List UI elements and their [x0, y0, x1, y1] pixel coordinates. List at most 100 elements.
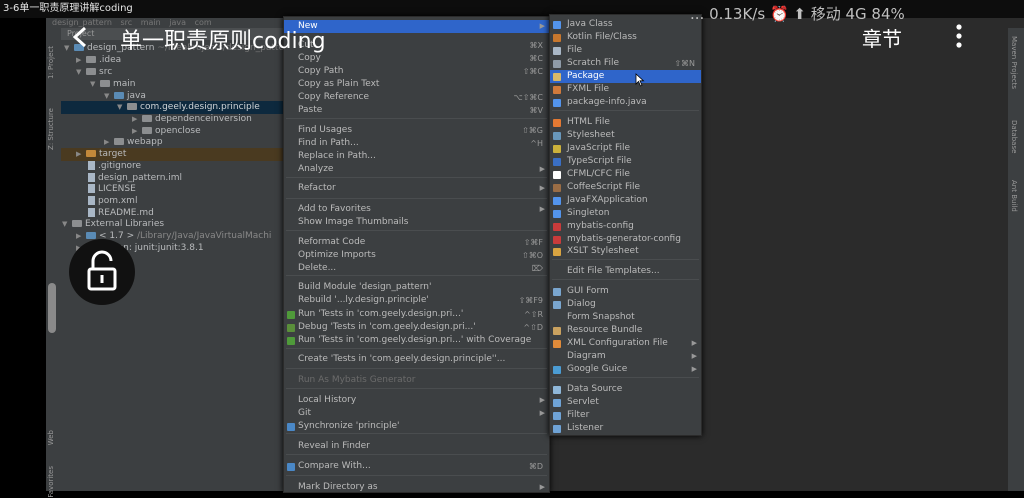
menu-item-debug-tests-in-com-geely-design-pri[interactable]: Debug 'Tests in 'com.geely.design.pri...…	[284, 321, 549, 334]
menu-item-find-usages[interactable]: Find Usages ⇧⌘G	[284, 124, 549, 137]
menu-item-add-to-favorites[interactable]: Add to Favorites ▶	[284, 203, 549, 216]
new-menu-item-filter[interactable]: Filter	[550, 409, 701, 422]
new-menu-item-xslt-stylesheet[interactable]: XSLT Stylesheet	[550, 245, 701, 258]
run-icon	[287, 311, 295, 319]
menu-separator	[286, 177, 547, 178]
new-menu-item-diagram[interactable]: Diagram ▶	[550, 350, 701, 363]
new-menu-item-package[interactable]: Package	[550, 70, 701, 83]
js-file-icon	[553, 145, 561, 153]
folder-icon	[86, 150, 96, 157]
menu-item-label: package-info.java	[567, 97, 647, 107]
new-menu-item-kotlin-file-class[interactable]: Kotlin File/Class	[550, 31, 701, 44]
menu-item-show-image-thumbnails[interactable]: Show Image Thumbnails	[284, 216, 549, 229]
new-menu-item-coffeescript-file[interactable]: CoffeeScript File	[550, 181, 701, 194]
menu-item-label: Show Image Thumbnails	[298, 217, 409, 227]
new-menu-item-form-snapshot[interactable]: Form Snapshot	[550, 311, 701, 324]
new-menu-item-file[interactable]: File	[550, 44, 701, 57]
submenu-arrow-icon: ▶	[539, 22, 545, 30]
menu-shortcut: ⌘C	[529, 54, 543, 63]
menu-item-replace-in-path[interactable]: Replace in Path...	[284, 150, 549, 163]
menu-item-run-as-mybatis-generator[interactable]: Run As Mybatis Generator	[284, 374, 549, 387]
menu-item-delete[interactable]: Delete... ⌦	[284, 262, 549, 275]
new-menu-item-html-file[interactable]: HTML File	[550, 116, 701, 129]
menu-shortcut: ^H	[530, 139, 543, 148]
new-menu-item-xml-configuration-file[interactable]: XML Configuration File ▶	[550, 337, 701, 350]
mybatis-icon	[553, 223, 561, 231]
new-menu-item-edit-file-templates[interactable]: Edit File Templates...	[550, 265, 701, 278]
back-icon[interactable]	[70, 26, 92, 48]
menu-item-reformat-code[interactable]: Reformat Code ⇧⌘F	[284, 236, 549, 249]
file-icon	[88, 173, 95, 182]
database-tab[interactable]: Database	[1010, 120, 1018, 153]
folder-icon	[100, 80, 110, 87]
favorites-tool-tab[interactable]: Favorites	[47, 466, 55, 498]
lock-button[interactable]	[69, 239, 135, 305]
singleton-icon	[553, 210, 561, 218]
menu-item-build-module-design-pattern[interactable]: Build Module 'design_pattern'	[284, 281, 549, 294]
menu-item-find-in-path[interactable]: Find in Path... ^H	[284, 137, 549, 150]
menu-item-rebuild-ly-design-principle[interactable]: Rebuild '...ly.design.principle' ⇧⌘F9	[284, 294, 549, 307]
structure-tool-tab[interactable]: Z: Structure	[47, 108, 55, 150]
menu-item-copy-reference[interactable]: Copy Reference ⌥⇧⌘C	[284, 91, 549, 104]
more-icon[interactable]	[952, 23, 966, 49]
new-menu-item-google-guice[interactable]: Google Guice ▶	[550, 363, 701, 376]
menu-item-reveal-in-finder[interactable]: Reveal in Finder	[284, 440, 549, 453]
menu-item-analyze[interactable]: Analyze ▶	[284, 163, 549, 176]
css-file-icon	[553, 132, 561, 140]
menu-item-refactor[interactable]: Refactor ▶	[284, 182, 549, 195]
menu-item-label: Copy Reference	[298, 92, 370, 102]
menu-item-run-tests-in-com-geely-design-pri-with-coverage[interactable]: Run 'Tests in 'com.geely.design.pri...' …	[284, 334, 549, 347]
menu-item-label: Listener	[567, 423, 604, 433]
new-menu-item-mybatis-config[interactable]: mybatis-config	[550, 220, 701, 233]
menu-item-local-history[interactable]: Local History ▶	[284, 394, 549, 407]
new-menu-item-javafxapplication[interactable]: JavaFXApplication	[550, 194, 701, 207]
new-menu-item-java-class[interactable]: Java Class	[550, 18, 701, 31]
new-menu-item-stylesheet[interactable]: Stylesheet	[550, 129, 701, 142]
menu-item-label: Find Usages	[298, 125, 353, 135]
new-menu-item-fxml-file[interactable]: FXML File	[550, 83, 701, 96]
menu-item-create-tests-in-com-geely-design-principle[interactable]: Create 'Tests in 'com.geely.design.princ…	[284, 353, 549, 366]
new-menu-item-typescript-file[interactable]: TypeScript File	[550, 155, 701, 168]
menu-shortcut: ⌘V	[529, 106, 543, 115]
menu-item-label: Scratch File	[567, 58, 619, 68]
new-menu-item-scratch-file[interactable]: Scratch File ⇧⌘N	[550, 57, 701, 70]
menu-item-run-tests-in-com-geely-design-pri[interactable]: Run 'Tests in 'com.geely.design.pri...' ^…	[284, 308, 549, 321]
new-menu-item-gui-form[interactable]: GUI Form	[550, 285, 701, 298]
new-menu-item-resource-bundle[interactable]: Resource Bundle	[550, 324, 701, 337]
menu-item-mark-directory-as[interactable]: Mark Directory as ▶	[284, 481, 549, 494]
menu-shortcut: ⇧⌘O	[522, 251, 543, 260]
menu-item-label: Add to Favorites	[298, 204, 371, 214]
new-menu-item-listener[interactable]: Listener	[550, 422, 701, 435]
menu-item-synchronize-principle[interactable]: Synchronize 'principle'	[284, 420, 549, 433]
project-tool-tab[interactable]: 1: Project	[47, 46, 55, 79]
new-menu-item-singleton[interactable]: Singleton	[550, 207, 701, 220]
chapter-button[interactable]: 章节	[862, 23, 902, 52]
folder-icon	[86, 56, 96, 63]
menu-item-label: Compare With...	[298, 461, 371, 471]
menu-item-copy-as-plain-text[interactable]: Copy as Plain Text	[284, 78, 549, 91]
xslt-file-icon	[553, 248, 561, 256]
web-tool-tab[interactable]: Web	[47, 430, 55, 445]
submenu-arrow-icon: ▶	[539, 409, 545, 417]
folder-icon	[86, 68, 96, 75]
new-menu-item-servlet[interactable]: Servlet	[550, 396, 701, 409]
menu-item-compare-with[interactable]: Compare With... ⌘D	[284, 460, 549, 473]
ant-build-tab[interactable]: Ant Build	[1010, 180, 1018, 212]
menu-item-copy-path[interactable]: Copy Path ⇧⌘C	[284, 65, 549, 78]
new-menu-item-javascript-file[interactable]: JavaScript File	[550, 142, 701, 155]
menu-separator	[286, 230, 547, 231]
menu-item-paste[interactable]: Paste ⌘V	[284, 104, 549, 117]
menu-item-git[interactable]: Git ▶	[284, 407, 549, 420]
new-menu-item-data-source[interactable]: Data Source	[550, 383, 701, 396]
scroll-handle[interactable]	[48, 283, 56, 333]
new-menu-item-package-info-java[interactable]: package-info.java	[550, 96, 701, 109]
new-submenu: Java Class Kotlin File/Class File Scratch F…	[549, 14, 702, 436]
menu-item-optimize-imports[interactable]: Optimize Imports ⇧⌘O	[284, 249, 549, 262]
video-title: 单一职责原则coding	[120, 29, 326, 54]
maven-projects-tab[interactable]: Maven Projects	[1010, 36, 1018, 89]
coffeescript-file-icon	[553, 184, 561, 192]
file-icon	[88, 196, 95, 205]
new-menu-item-cfml-cfc-file[interactable]: CFML/CFC File	[550, 168, 701, 181]
menu-separator	[286, 275, 547, 276]
new-menu-item-dialog[interactable]: Dialog	[550, 298, 701, 311]
